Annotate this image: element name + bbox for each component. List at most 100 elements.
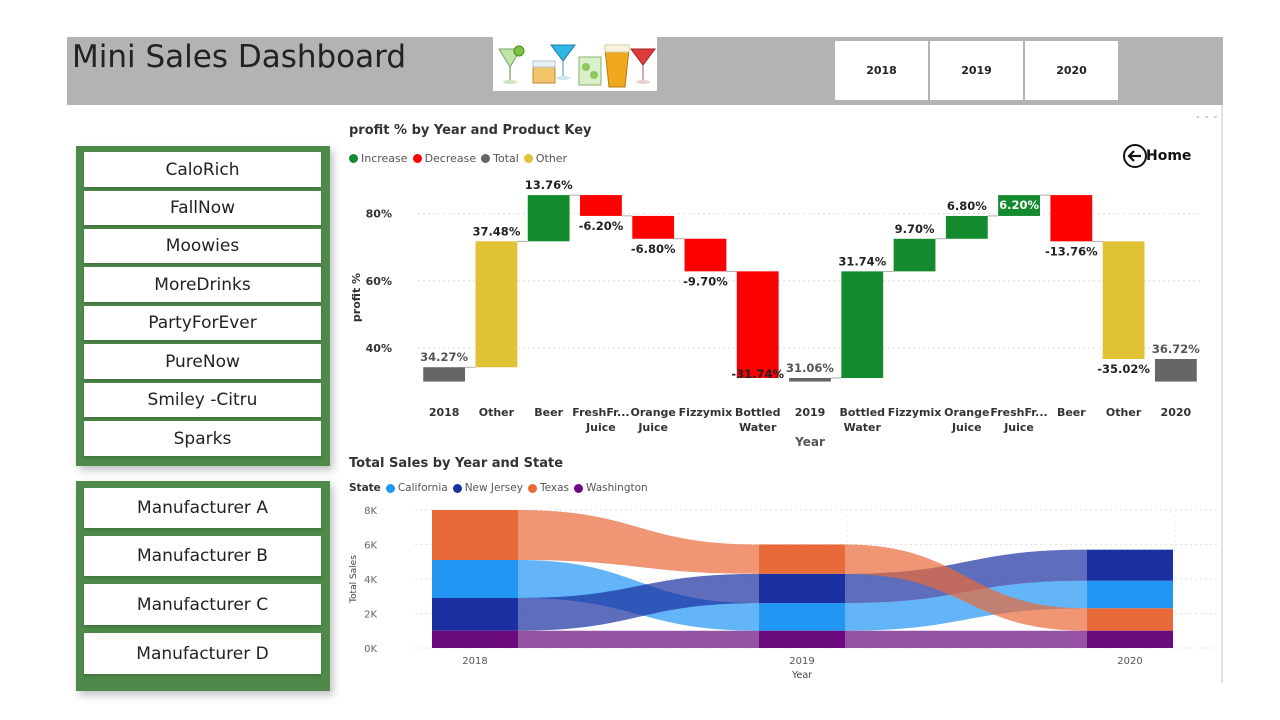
- legend-label-total: Total: [493, 152, 519, 165]
- year-button-2019[interactable]: 2019: [930, 41, 1023, 100]
- legend-title-state: State: [349, 482, 381, 494]
- ribbon-segment-washington[interactable]: [759, 630, 845, 648]
- drinks-glasses-icon: [493, 37, 657, 91]
- manufacturer-button-a[interactable]: Manufacturer A: [84, 488, 321, 528]
- waterfall-bar-other[interactable]: [1102, 241, 1145, 359]
- ribbon-y-tick-label: 2K: [364, 610, 377, 621]
- waterfall-bar-bottled-water[interactable]: [841, 271, 884, 379]
- product-button-sparks[interactable]: Sparks: [84, 421, 321, 456]
- waterfall-y-tick-label: 80%: [366, 208, 392, 221]
- waterfall-x-tick-label: Water: [739, 421, 777, 434]
- waterfall-bar-fizzymix[interactable]: [684, 238, 727, 272]
- legend-item-decrease: Decrease: [412, 152, 476, 165]
- waterfall-x-tick-label: FreshFr...: [572, 406, 629, 419]
- ribbon-y-tick-label: 8K: [364, 506, 377, 517]
- more-options-icon[interactable]: - - -: [1196, 112, 1218, 123]
- waterfall-data-label: 6.80%: [947, 199, 987, 213]
- legend-item-other: Other: [523, 152, 568, 165]
- new-jersey-dot-icon: [452, 483, 462, 493]
- canvas-right-border: [1221, 105, 1223, 683]
- waterfall-x-tick-label: 2019: [795, 406, 826, 419]
- waterfall-x-tick-label: Orange: [944, 406, 989, 419]
- year-button-2018[interactable]: 2018: [835, 41, 928, 100]
- texas-dot-icon: [527, 483, 537, 493]
- waterfall-data-label: -31.74%: [731, 367, 784, 381]
- legend-label-new-jersey: New Jersey: [464, 482, 523, 494]
- ribbon-band-washington[interactable]: [845, 630, 1087, 648]
- year-slicer: 2018 2019 2020: [835, 41, 1118, 100]
- legend-item-total: Total: [481, 152, 519, 165]
- waterfall-bar-fizzymix[interactable]: [893, 238, 936, 272]
- product-button-calorich[interactable]: CaloRich: [84, 152, 321, 187]
- ribbon-segment-texas[interactable]: [759, 544, 845, 574]
- ribbon-y-axis-label: Total Sales: [349, 555, 359, 604]
- product-button-moredrinks[interactable]: MoreDrinks: [84, 267, 321, 302]
- ribbon-segment-washington[interactable]: [432, 630, 518, 648]
- waterfall-data-label: 31.74%: [838, 254, 886, 268]
- ribbon-segment-new-jersey[interactable]: [432, 597, 518, 631]
- ribbon-band-washington[interactable]: [518, 630, 759, 648]
- waterfall-x-tick-label: Beer: [534, 406, 563, 419]
- legend-label-other: Other: [535, 152, 568, 165]
- year-button-2020[interactable]: 2020: [1025, 41, 1118, 100]
- legend-label-texas: Texas: [539, 482, 569, 494]
- waterfall-data-label: -6.80%: [631, 242, 676, 256]
- product-button-smiley-citru[interactable]: Smiley -Citru: [84, 383, 321, 417]
- ribbon-segment-new-jersey[interactable]: [1087, 549, 1173, 581]
- waterfall-bar-beer[interactable]: [1050, 195, 1093, 242]
- waterfall-x-tick-label: Other: [1106, 406, 1142, 419]
- waterfall-x-tick-label: Bottled: [735, 406, 781, 419]
- waterfall-x-tick-label: Juice: [637, 421, 668, 434]
- header-bar: Mini Sales Dashboard 2018 2019 2020: [67, 37, 1223, 105]
- ribbon-x-tick-label: 2018: [462, 656, 487, 667]
- ribbon-y-tick-label: 0K: [364, 644, 377, 655]
- ribbon-segment-california[interactable]: [759, 603, 845, 631]
- waterfall-bar-2019[interactable]: [789, 378, 831, 382]
- waterfall-x-tick-label: 2018: [429, 406, 460, 419]
- manufacturer-button-b[interactable]: Manufacturer B: [84, 536, 321, 576]
- home-button-label: Home: [1146, 148, 1192, 164]
- waterfall-bar-beer[interactable]: [527, 195, 570, 242]
- waterfall-data-label: -6.20%: [579, 219, 624, 233]
- waterfall-chart-title: profit % by Year and Product Key: [349, 123, 592, 138]
- product-button-partyforever[interactable]: PartyForEver: [84, 306, 321, 340]
- ribbon-chart: 0K 2K 4K 6K 8K Total Sales 2018 2019 2020 Year: [349, 506, 1218, 681]
- waterfall-bar-2018[interactable]: [423, 367, 466, 382]
- waterfall-bar-other[interactable]: [475, 241, 518, 368]
- waterfall-x-tick-label: Bottled: [839, 406, 885, 419]
- product-slicer-panel: CaloRich FallNow Moowies MoreDrinks Part…: [76, 146, 330, 466]
- waterfall-x-axis-label: Year: [794, 435, 825, 449]
- product-button-moowies[interactable]: Moowies: [84, 229, 321, 263]
- product-button-fallnow[interactable]: FallNow: [84, 191, 321, 225]
- ribbon-segment-washington[interactable]: [1087, 630, 1173, 648]
- ribbon-segment-new-jersey[interactable]: [759, 573, 845, 604]
- ribbon-segment-texas[interactable]: [432, 510, 518, 561]
- legend-item-california: California: [385, 482, 448, 494]
- waterfall-data-label: 34.27%: [420, 350, 468, 364]
- waterfall-x-tick-label: Juice: [585, 421, 616, 434]
- waterfall-y-axis-label: profit %: [350, 273, 363, 322]
- waterfall-bar-2020[interactable]: [1154, 358, 1197, 382]
- ribbon-segment-california[interactable]: [432, 560, 518, 598]
- waterfall-bar-orange-juice[interactable]: [632, 215, 675, 239]
- waterfall-bar-bottled-water[interactable]: [736, 271, 779, 379]
- ribbon-x-axis-label: Year: [791, 670, 812, 681]
- waterfall-data-label: 13.76%: [525, 178, 573, 192]
- legend-item-texas: Texas: [527, 482, 569, 494]
- waterfall-x-tick-label: Other: [479, 406, 515, 419]
- ribbon-chart-title: Total Sales by Year and State: [349, 456, 564, 471]
- manufacturer-button-c[interactable]: Manufacturer C: [84, 584, 321, 625]
- waterfall-chart: 40% 60% 80% profit % 34.27% 2018 37.48% Other 13…: [350, 178, 1202, 449]
- manufacturer-slicer-panel: Manufacturer A Manufacturer B Manufactur…: [76, 481, 330, 691]
- product-button-purenow[interactable]: PureNow: [84, 344, 321, 379]
- home-button[interactable]: Home: [1122, 143, 1191, 169]
- ribbon-y-tick-label: 6K: [364, 541, 377, 552]
- waterfall-bar-orange-juice[interactable]: [945, 215, 988, 239]
- waterfall-bar-freshfr-juice[interactable]: [580, 195, 622, 216]
- ribbon-segment-california[interactable]: [1087, 580, 1173, 609]
- washington-dot-icon: [573, 483, 583, 493]
- california-dot-icon: [385, 483, 395, 493]
- manufacturer-button-d[interactable]: Manufacturer D: [84, 633, 321, 674]
- ribbon-segment-texas[interactable]: [1087, 608, 1173, 631]
- waterfall-data-label: -35.02%: [1097, 362, 1150, 376]
